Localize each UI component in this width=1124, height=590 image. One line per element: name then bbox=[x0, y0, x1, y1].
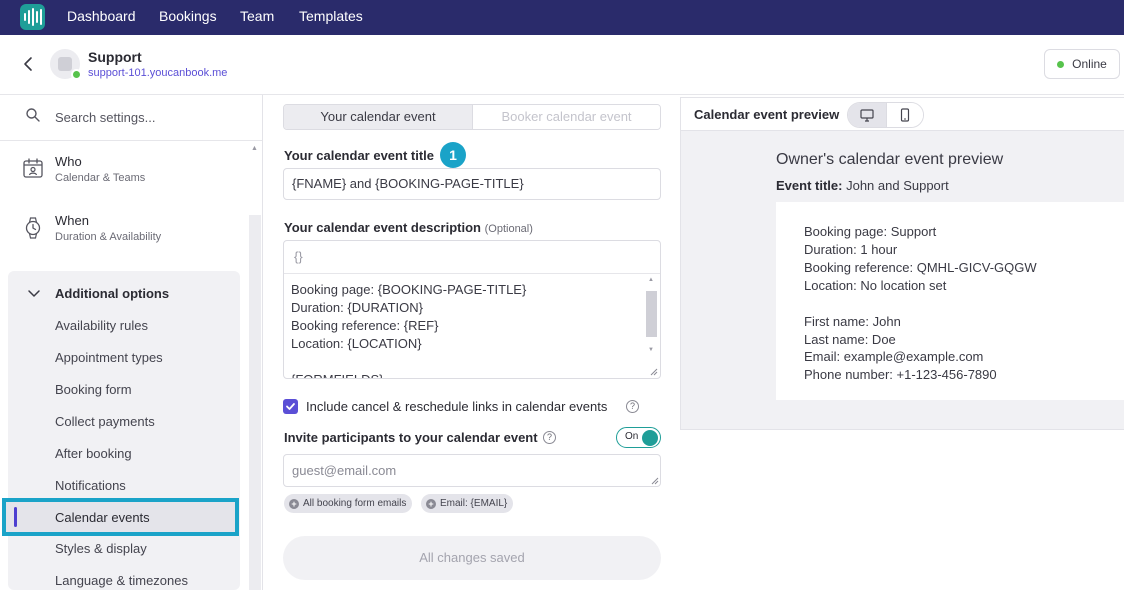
online-status-dot bbox=[71, 69, 82, 80]
sidebar-item-calendar-events[interactable]: Calendar events bbox=[55, 510, 150, 525]
preview-line: Last name: Doe bbox=[804, 332, 896, 347]
sidebar-item-styles-display[interactable]: Styles & display bbox=[55, 541, 147, 556]
back-chevron-icon[interactable] bbox=[20, 54, 36, 74]
online-status-button[interactable]: Online bbox=[1044, 49, 1120, 79]
tab-booker-calendar-event[interactable]: Booker calendar event bbox=[472, 105, 660, 129]
page-title: Support bbox=[88, 49, 142, 65]
save-button[interactable]: All changes saved bbox=[283, 536, 661, 580]
optional-tag: (Optional) bbox=[484, 223, 533, 235]
calendar-user-icon bbox=[23, 158, 43, 178]
preview-line: Phone number: +1-123-456-7890 bbox=[804, 367, 997, 382]
active-item-indicator bbox=[14, 507, 17, 527]
preview-card: Booking page: Support Duration: 1 hour B… bbox=[776, 202, 1124, 400]
sidebar-item-booking-form[interactable]: Booking form bbox=[55, 382, 132, 397]
preview-line: Email: example@example.com bbox=[804, 349, 984, 364]
scroll-up-arrow-icon[interactable]: ▲ bbox=[648, 277, 654, 283]
desktop-view-button[interactable] bbox=[848, 103, 886, 127]
preview-title: Calendar event preview bbox=[694, 107, 840, 122]
tab-your-calendar-event[interactable]: Your calendar event bbox=[284, 105, 472, 129]
sidebar-item-appointment-types[interactable]: Appointment types bbox=[55, 350, 163, 365]
preview-line: Booking page: Support bbox=[804, 224, 937, 239]
chevron-down-icon[interactable] bbox=[27, 288, 41, 300]
booking-page-link[interactable]: support-101.youcanbook.me bbox=[88, 67, 227, 79]
description-scrollbar[interactable] bbox=[646, 291, 657, 337]
nav-dashboard[interactable]: Dashboard bbox=[67, 8, 136, 24]
page-header: Support support-101.youcanbook.me Online bbox=[0, 35, 1124, 95]
preview-header: Calendar event preview bbox=[681, 98, 1124, 131]
sidebar-item-language-timezones[interactable]: Language & timezones bbox=[55, 573, 188, 588]
preview-line: Duration: 1 hour bbox=[804, 242, 898, 257]
sidebar-item-when[interactable]: When bbox=[55, 213, 89, 228]
sidebar-item-after-booking[interactable]: After booking bbox=[55, 446, 132, 461]
nav-bookings[interactable]: Bookings bbox=[159, 8, 217, 24]
plus-icon: + bbox=[426, 498, 436, 509]
calendar-event-tabs: Your calendar event Booker calendar even… bbox=[283, 104, 661, 130]
event-description-text[interactable]: Booking page: {BOOKING-PAGE-TITLE} Durat… bbox=[291, 281, 641, 378]
calendar-event-preview: Calendar event preview Owner's calendar … bbox=[680, 97, 1124, 430]
event-description-label-text: Your calendar event description bbox=[284, 220, 481, 235]
sidebar-scrollbar[interactable] bbox=[249, 215, 261, 590]
sidebar-item-notifications[interactable]: Notifications bbox=[55, 478, 126, 493]
device-toggle bbox=[847, 102, 924, 128]
watch-icon bbox=[25, 217, 41, 239]
insert-variable-icon[interactable]: {} bbox=[294, 249, 303, 264]
mobile-icon bbox=[900, 108, 910, 122]
chip-all-booking-form-emails[interactable]: + All booking form emails bbox=[284, 494, 413, 513]
event-description-editor[interactable]: {} Booking page: {BOOKING-PAGE-TITLE} Du… bbox=[283, 240, 661, 379]
step-badge: 1 bbox=[440, 142, 466, 168]
top-nav: Dashboard Bookings Team Templates bbox=[0, 0, 1124, 35]
event-title-label: Your calendar event title bbox=[284, 148, 435, 163]
desktop-icon bbox=[860, 108, 874, 122]
preview-line: Booking reference: QMHL-GICV-GQGW bbox=[804, 260, 1037, 275]
sidebar-item-who-subtitle: Calendar & Teams bbox=[55, 172, 146, 184]
event-title-key: Event title: bbox=[776, 178, 843, 193]
sidebar-item-availability-rules[interactable]: Availability rules bbox=[55, 318, 148, 333]
chip-label: Email: {EMAIL} bbox=[440, 498, 508, 509]
description-toolbar: {} bbox=[284, 241, 660, 274]
online-status-label: Online bbox=[1072, 57, 1107, 71]
include-links-label: Include cancel & reschedule links in cal… bbox=[306, 399, 608, 414]
resize-handle-icon[interactable] bbox=[650, 368, 658, 376]
invite-participants-toggle[interactable]: On bbox=[616, 427, 661, 448]
settings-search bbox=[0, 95, 262, 141]
nav-team[interactable]: Team bbox=[240, 8, 274, 24]
mobile-view-button[interactable] bbox=[886, 103, 923, 127]
sidebar-item-when-subtitle: Duration & Availability bbox=[55, 231, 162, 243]
sidebar-item-who[interactable]: Who bbox=[55, 154, 82, 169]
scroll-up-arrow-icon[interactable]: ▲ bbox=[251, 145, 258, 152]
preview-line: Location: No location set bbox=[804, 278, 947, 293]
event-title-value: John and Support bbox=[846, 178, 949, 193]
help-icon[interactable]: ? bbox=[543, 431, 556, 444]
resize-handle-icon[interactable] bbox=[651, 477, 659, 485]
invite-participants-label: Invite participants to your calendar eve… bbox=[284, 430, 538, 445]
online-dot-icon bbox=[1057, 60, 1065, 68]
scroll-down-arrow-icon[interactable]: ▼ bbox=[648, 347, 654, 353]
event-title-input[interactable]: {FNAME} and {BOOKING-PAGE-TITLE} bbox=[283, 168, 661, 200]
sidebar-item-collect-payments[interactable]: Collect payments bbox=[55, 414, 155, 429]
event-description-label: Your calendar event description (Optiona… bbox=[284, 220, 533, 235]
search-icon bbox=[26, 108, 40, 122]
preview-event-title: Event title: John and Support bbox=[776, 178, 949, 193]
toggle-knob bbox=[642, 430, 658, 446]
preview-line: First name: John bbox=[804, 314, 901, 329]
additional-options-title[interactable]: Additional options bbox=[55, 286, 169, 301]
chip-email-variable[interactable]: + Email: {EMAIL} bbox=[421, 494, 514, 513]
help-icon[interactable]: ? bbox=[626, 400, 639, 413]
settings-sidebar: ▲ Who Calendar & Teams When Duration & A… bbox=[0, 95, 263, 590]
checkmark-icon bbox=[286, 403, 295, 410]
search-input[interactable] bbox=[55, 106, 245, 128]
plus-icon: + bbox=[289, 498, 299, 509]
logo-icon[interactable] bbox=[20, 4, 45, 30]
guest-email-input[interactable]: guest@email.com bbox=[283, 454, 661, 487]
include-links-checkbox[interactable] bbox=[283, 399, 298, 414]
toggle-state-label: On bbox=[625, 431, 639, 442]
preview-heading: Owner's calendar event preview bbox=[776, 151, 1004, 168]
nav-templates[interactable]: Templates bbox=[299, 8, 363, 24]
chip-label: All booking form emails bbox=[303, 498, 407, 509]
